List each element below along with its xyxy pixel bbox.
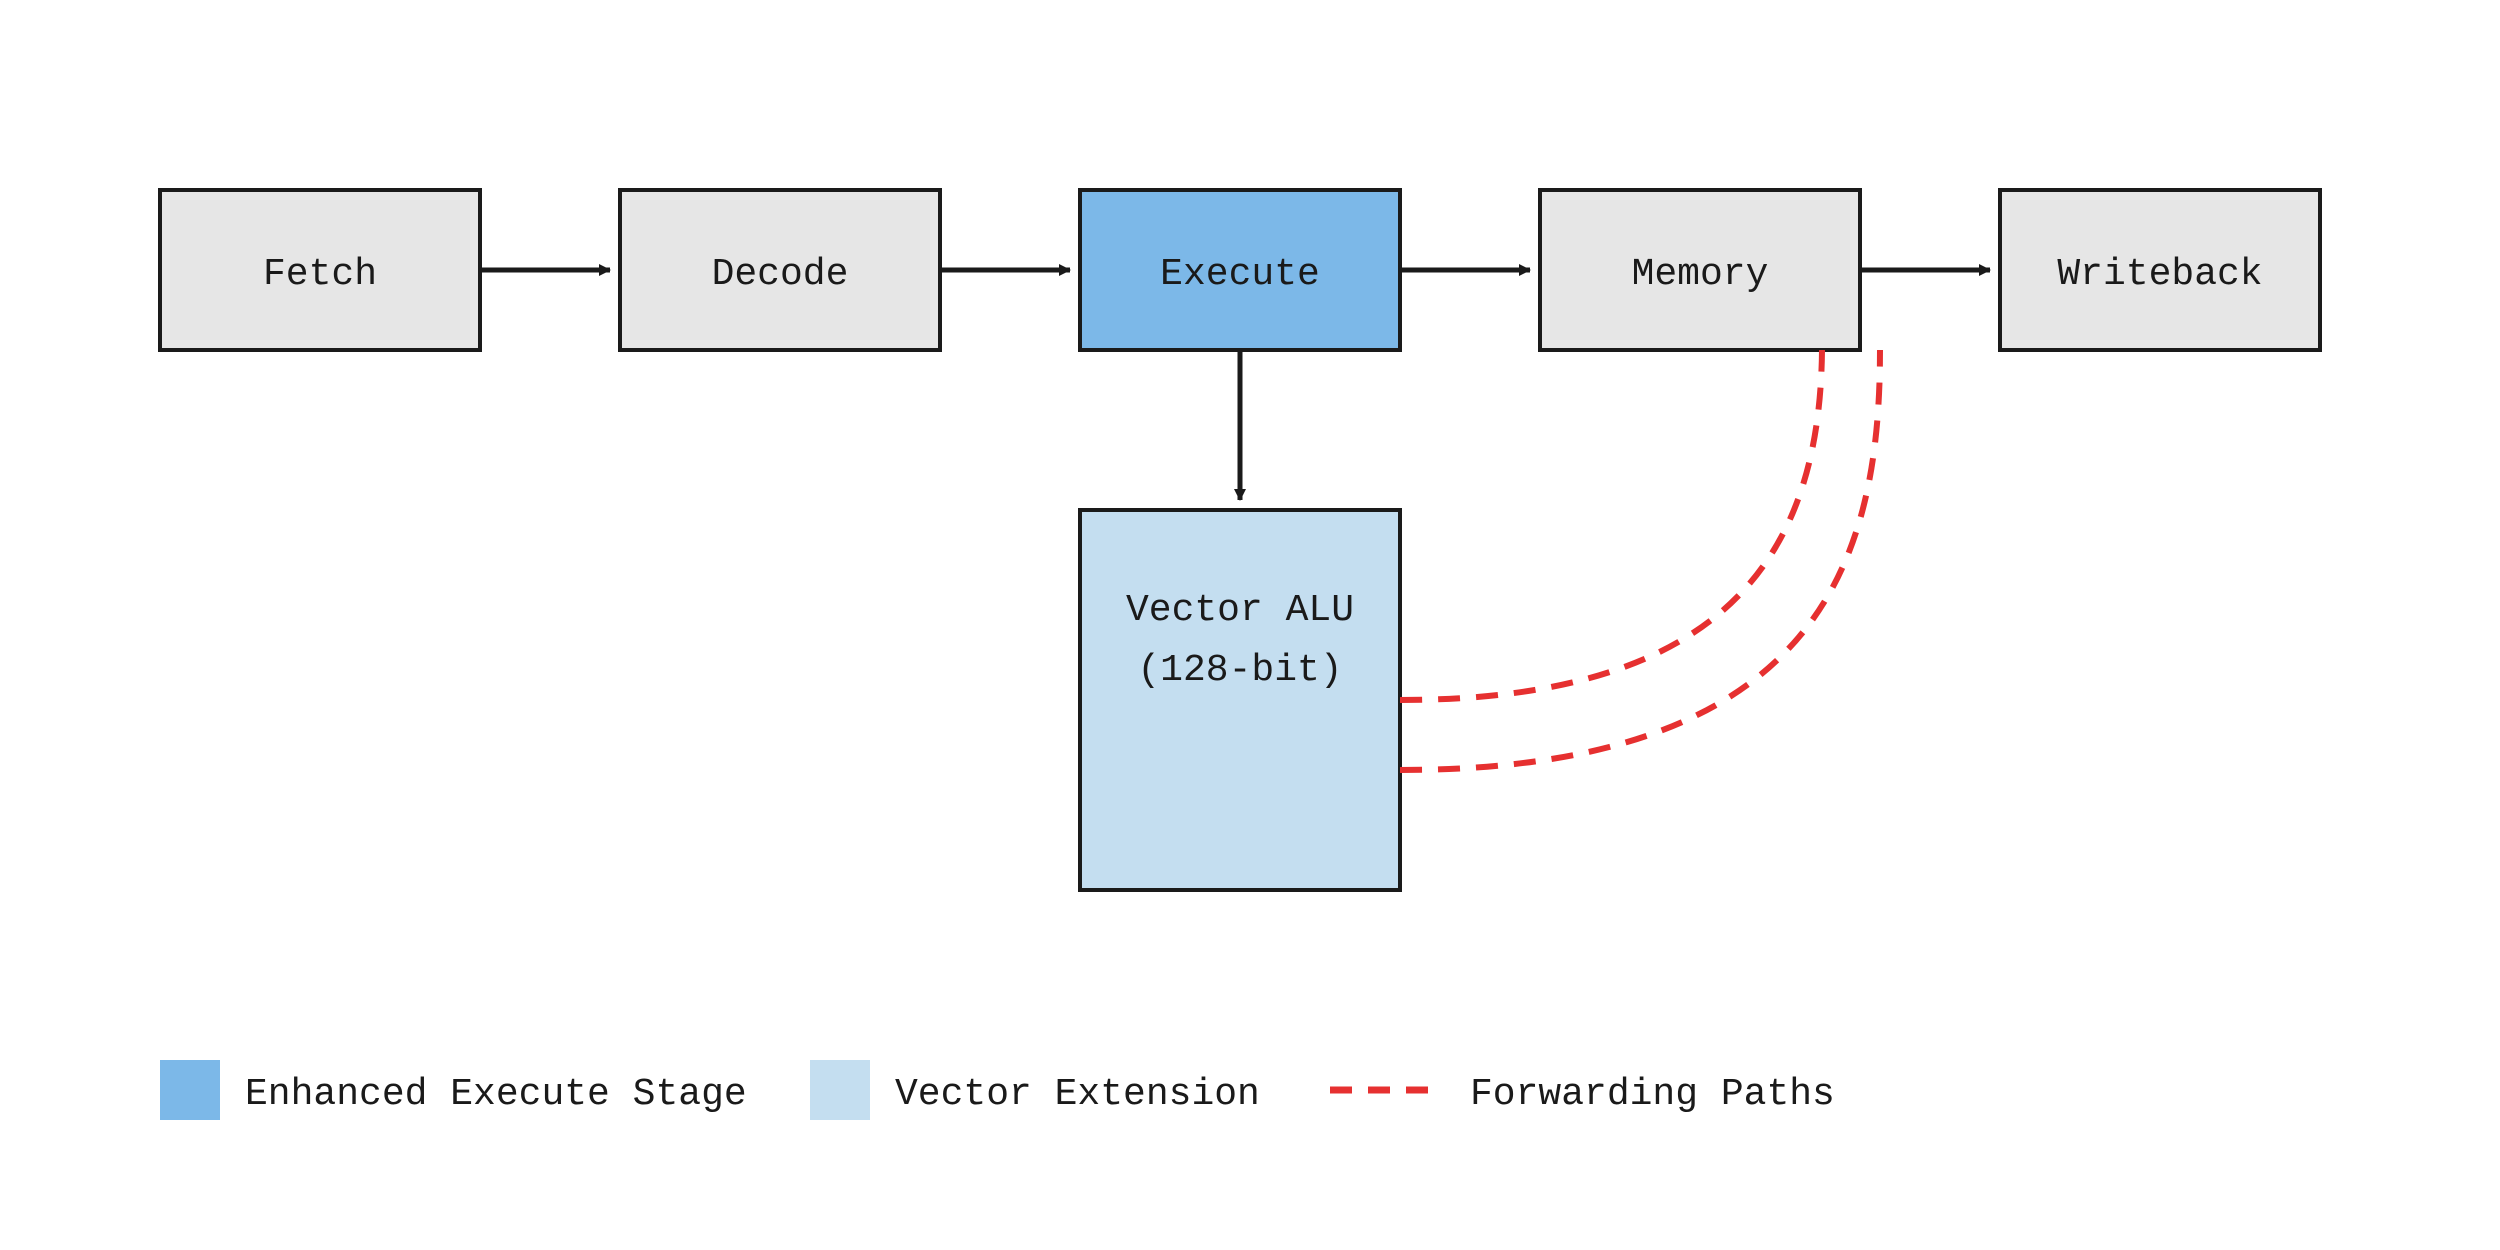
legend: Enhanced Execute Stage Vector Extension … [160, 1060, 1835, 1120]
pipeline-diagram: Fetch Decode Execute Memory Writeback Ve… [0, 0, 2500, 1250]
stage-decode: Decode [620, 190, 940, 350]
vector-alu-label-1: Vector ALU [1126, 589, 1354, 632]
legend-swatch-execute [160, 1060, 220, 1120]
stage-writeback-label: Writeback [2057, 253, 2262, 296]
forwarding-path-memory [1400, 350, 1822, 700]
legend-label-execute: Enhanced Execute Stage [245, 1073, 747, 1116]
vector-alu-label-2: (128-bit) [1137, 649, 1342, 692]
vector-alu-block: Vector ALU (128-bit) [1080, 510, 1400, 890]
legend-swatch-vector [810, 1060, 870, 1120]
forwarding-paths [1400, 350, 1880, 770]
forwarding-path-writeback [1400, 350, 1880, 770]
stage-execute: Execute [1080, 190, 1400, 350]
stage-memory: Memory [1540, 190, 1860, 350]
stage-execute-label: Execute [1160, 253, 1320, 296]
stage-decode-label: Decode [712, 253, 849, 296]
stage-fetch: Fetch [160, 190, 480, 350]
legend-label-vector: Vector Extension [895, 1073, 1260, 1116]
legend-label-forwarding: Forwarding Paths [1470, 1073, 1835, 1116]
stage-fetch-label: Fetch [263, 253, 377, 296]
stage-writeback: Writeback [2000, 190, 2320, 350]
stage-memory-label: Memory [1632, 253, 1769, 296]
